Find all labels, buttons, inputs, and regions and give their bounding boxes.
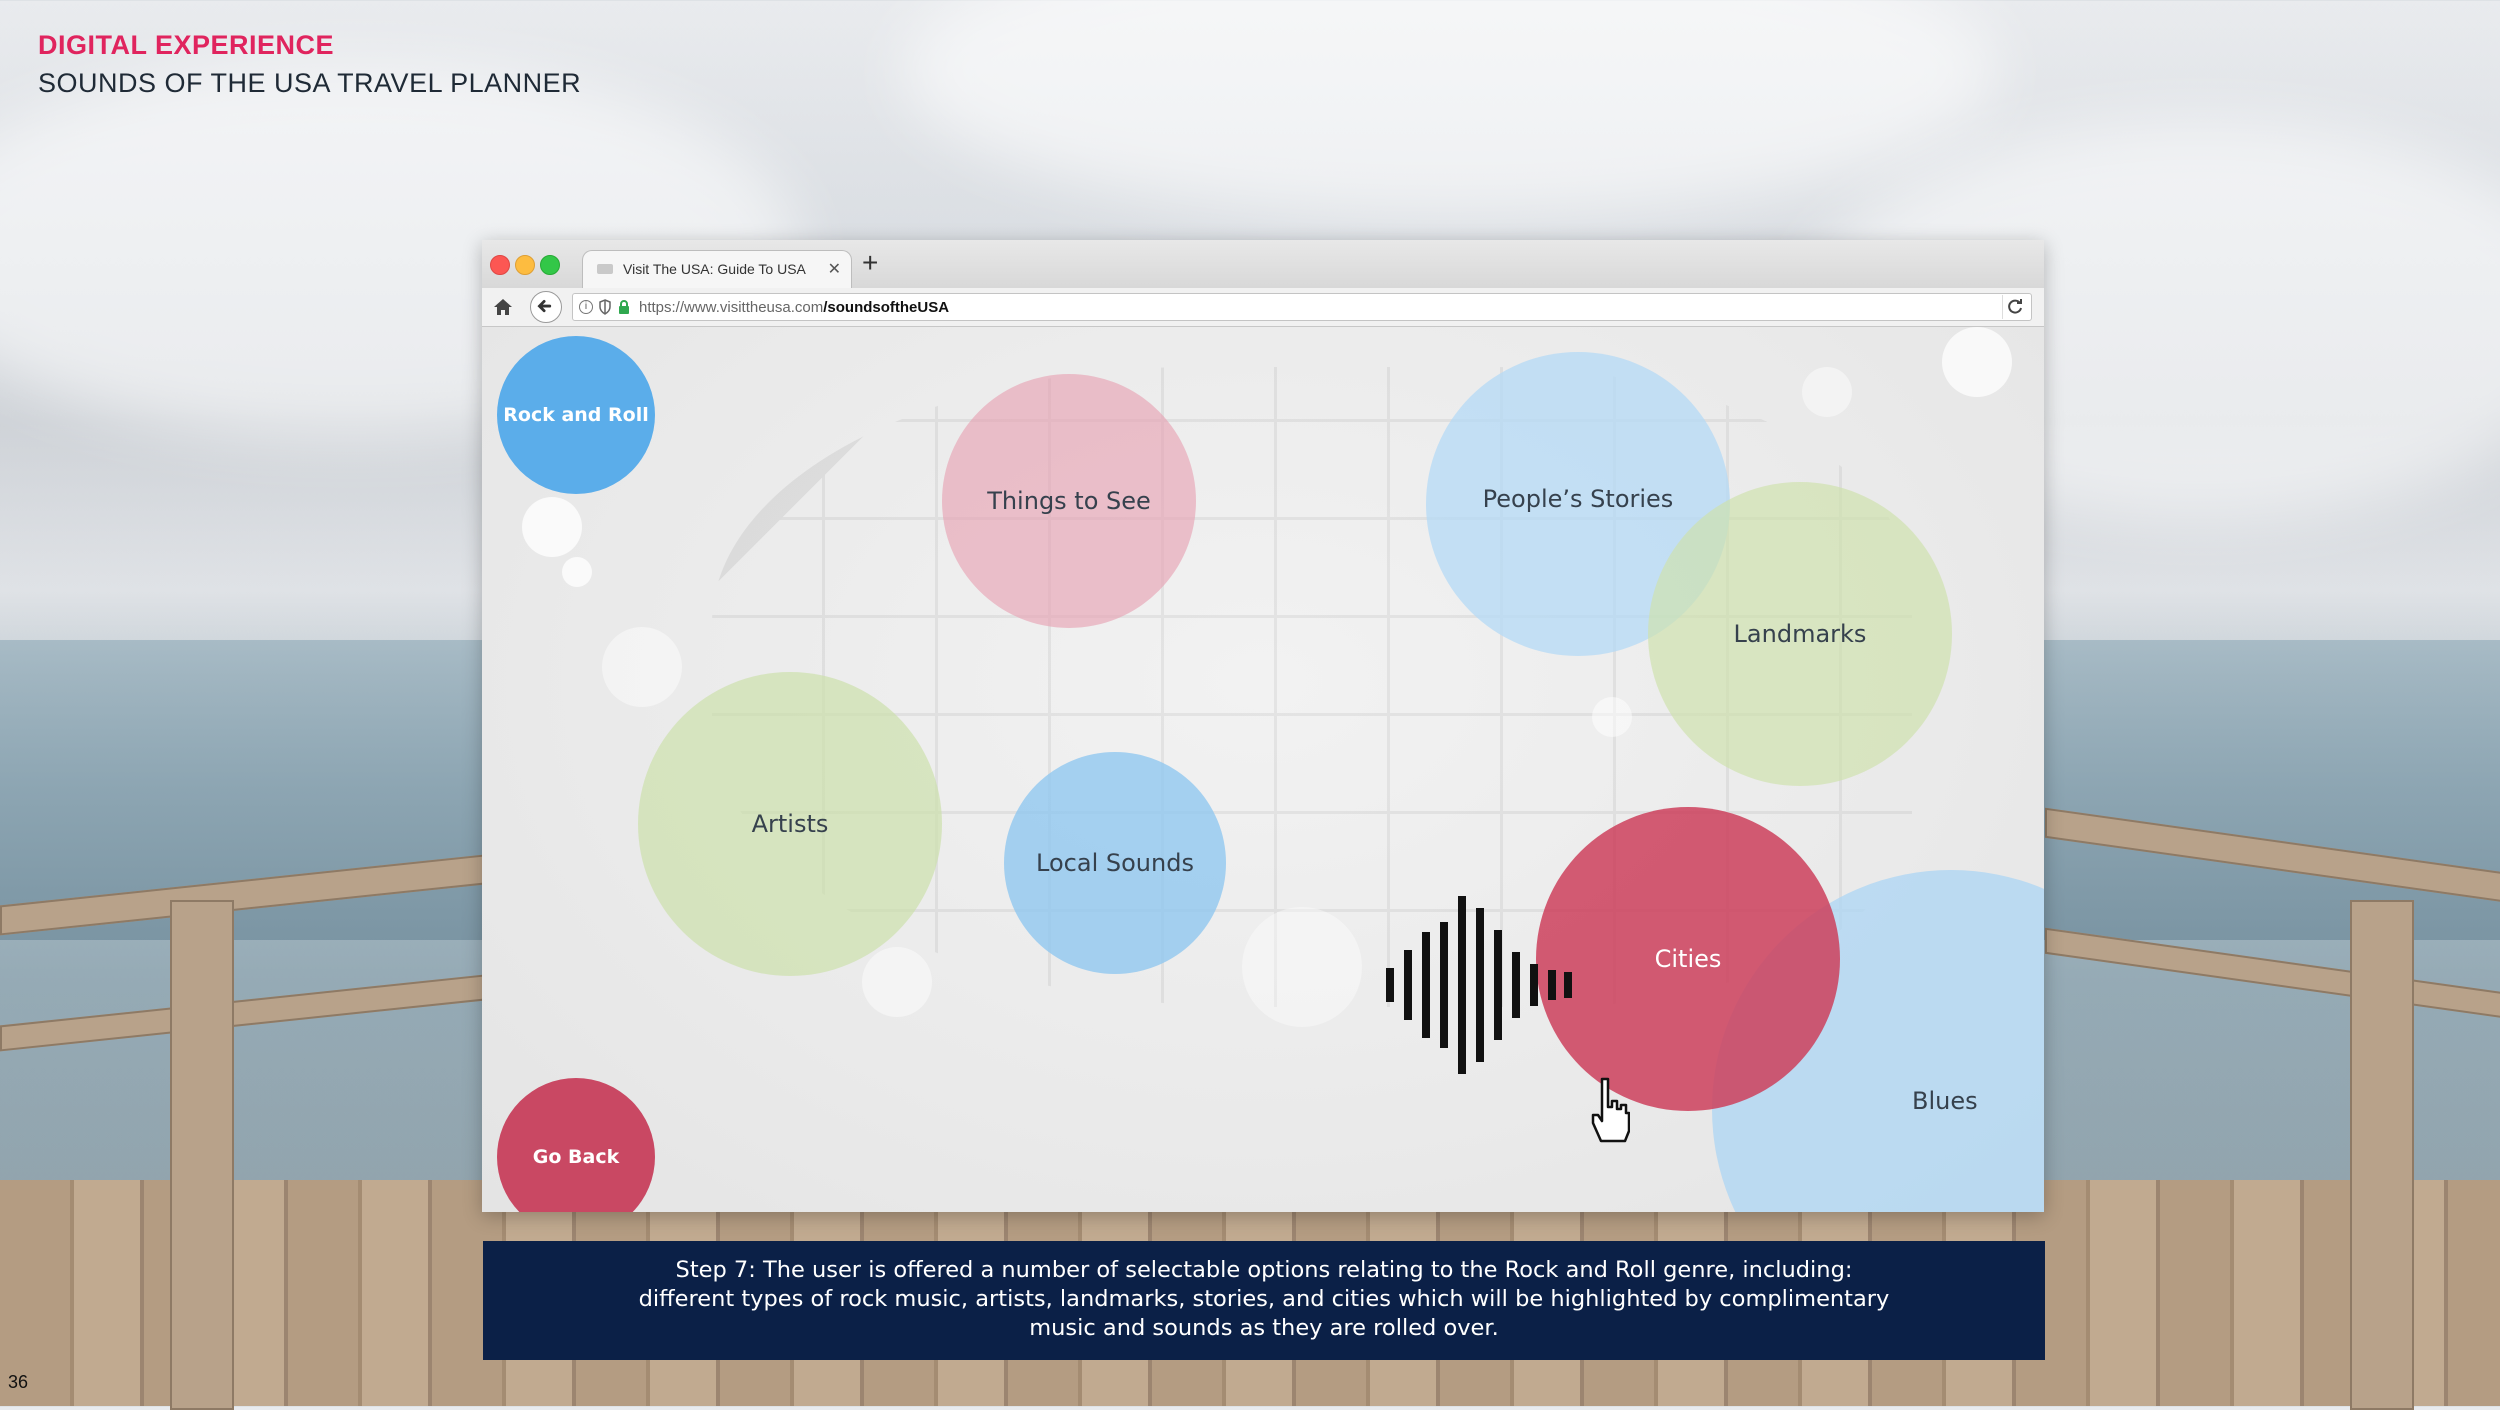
section-kicker: DIGITAL EXPERIENCE [38,30,335,60]
back-arrow-icon [537,299,552,313]
bubble-label: Rock and Roll [503,404,649,426]
tab-close-icon[interactable]: ✕ [828,259,841,279]
option-bubble-cities[interactable]: Cities [1536,807,1840,1111]
browser-navbar: i https://www.visittheusa.com/soundsofth… [482,288,2044,327]
bubble-label: Go Back [532,1146,620,1168]
step-caption: Step 7: The user is offered a number of … [483,1241,2045,1360]
bokeh-dot [1942,327,2012,397]
bokeh-dot [562,557,592,587]
bubble-label: Landmarks [1733,620,1867,648]
new-tab-button[interactable]: + [862,248,878,278]
soundwave-icon [1386,896,1572,1074]
genre-bubble-rock-and-roll[interactable]: Rock and Roll [497,336,655,494]
bubble-label: People’s Stories [1482,485,1674,513]
window-minimize-button[interactable] [515,255,535,275]
option-bubble-things-to-see[interactable]: Things to See [942,374,1196,628]
caption-line: different types of rock music, artists, … [638,1286,1890,1312]
info-icon[interactable]: i [579,300,593,314]
url-path: /soundsoftheUSA [823,299,950,316]
pier-post [2350,900,2414,1410]
home-icon[interactable] [492,296,514,318]
hand-cursor-icon [1591,1077,1630,1143]
option-bubble-local-sounds[interactable]: Local Sounds [1004,752,1226,974]
tab-title: Visit The USA: Guide To USA [623,261,806,277]
bokeh-dot [1592,697,1632,737]
browser-tab[interactable]: Visit The USA: Guide To USA ✕ [582,250,852,288]
web-page-viewport: Rock and Roll Things to See People’s Sto… [482,327,2044,1212]
pier-railing [2045,927,2500,1019]
go-back-button[interactable]: Go Back [497,1078,655,1212]
pier-railing [0,974,484,1052]
bokeh-dot [862,947,932,1017]
lock-icon [619,300,629,314]
bokeh-dot [522,497,582,557]
page-title: SOUNDS OF THE USA TRAVEL PLANNER [38,68,582,98]
bubble-label: Blues [1912,1087,1978,1115]
window-zoom-button[interactable] [540,255,560,275]
cloud [900,0,2000,220]
url-prefix: https://www.visittheusa.com [639,299,824,316]
shield-icon[interactable] [599,299,611,315]
bubble-label: Cities [1654,945,1722,973]
url-text[interactable]: https://www.visittheusa.com/soundsoftheU… [639,299,949,316]
caption-line: music and sounds as they are rolled over… [1029,1315,1499,1341]
bubble-label: Things to See [987,487,1151,515]
favicon-icon [597,264,613,274]
window-close-button[interactable] [490,255,510,275]
bokeh-dot [1802,367,1852,417]
page-number: 36 [8,1372,29,1392]
browser-window: Visit The USA: Guide To USA ✕ + i https:… [482,240,2044,1212]
pier-post [170,900,234,1410]
option-bubble-landmarks[interactable]: Landmarks [1648,482,1952,786]
caption-line: Step 7: The user is offered a number of … [675,1257,1853,1283]
option-bubble-artists[interactable]: Artists [638,672,942,976]
address-bar[interactable]: i https://www.visittheusa.com/soundsofth… [572,293,2032,321]
bokeh-dot [1242,907,1362,1027]
bubble-label: Local Sounds [1036,849,1194,877]
reload-icon[interactable] [2002,295,2027,319]
browser-titlebar: Visit The USA: Guide To USA ✕ + [482,240,2044,289]
bubble-label: Artists [751,810,829,838]
bokeh-dot [602,627,682,707]
back-button[interactable] [530,291,562,323]
